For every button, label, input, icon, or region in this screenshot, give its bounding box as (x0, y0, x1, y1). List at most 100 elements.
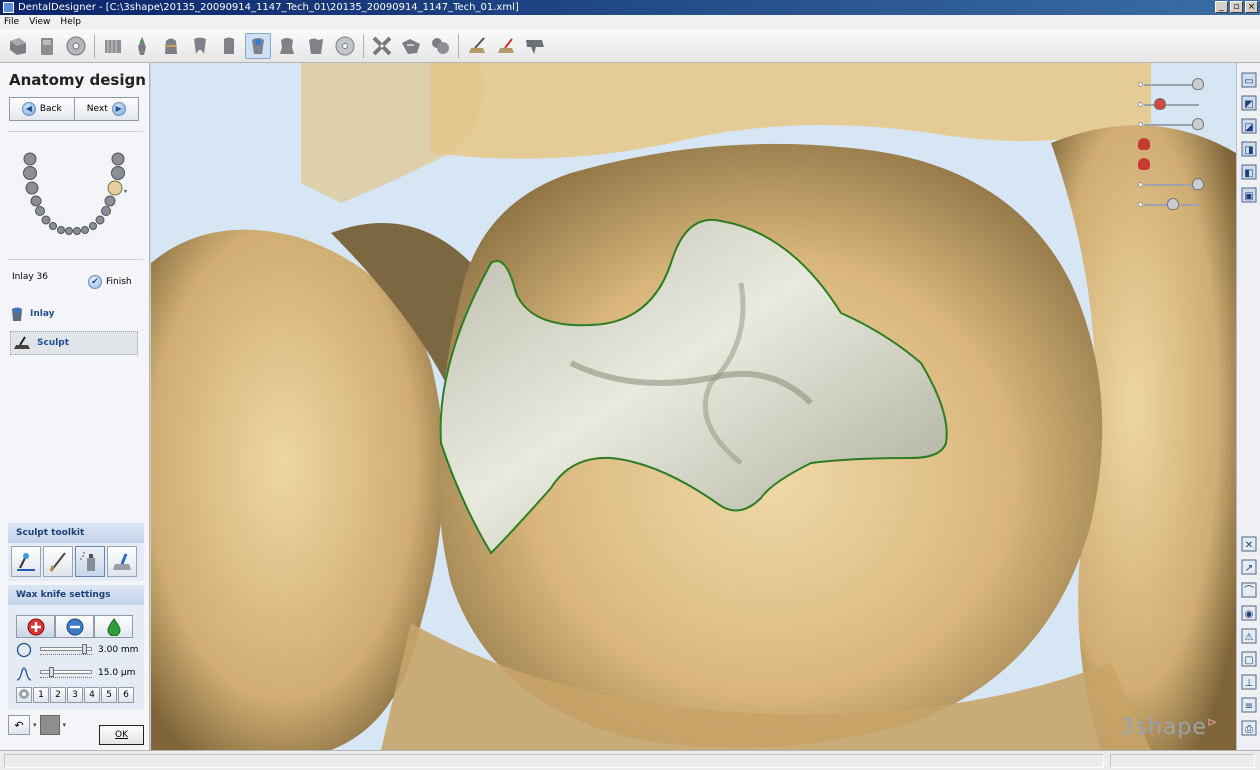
preset-1-button[interactable]: 1 (33, 687, 49, 703)
main-toolbar (0, 29, 1260, 63)
preset-settings-icon[interactable] (16, 687, 32, 703)
model-icon[interactable] (100, 33, 126, 59)
disc-icon[interactable] (63, 33, 89, 59)
preset-4-button[interactable]: 4 (84, 687, 100, 703)
profile-icon (16, 667, 32, 681)
wax-icon[interactable] (493, 33, 519, 59)
remove-mode-button[interactable] (55, 615, 94, 638)
red-tooth-icon[interactable] (1138, 138, 1150, 150)
crown2-visibility-icon[interactable] (1191, 178, 1204, 190)
view-bottom-icon[interactable]: ▣ (1240, 186, 1258, 204)
knob-icon[interactable] (1166, 198, 1179, 210)
3d-viewport[interactable]: 3shape⊳ (151, 63, 1236, 750)
svg-text:⚠: ⚠ (1245, 632, 1254, 643)
section-icon[interactable]: ▢ (1240, 650, 1258, 668)
visibility-slider[interactable] (1138, 175, 1218, 195)
visibility-slider[interactable] (1138, 155, 1218, 175)
svg-text:≡: ≡ (1245, 701, 1253, 712)
tooth-icon[interactable] (187, 33, 213, 59)
view-front-icon[interactable]: ▭ (1240, 71, 1258, 89)
visibility-slider[interactable] (1138, 135, 1218, 155)
slider-track (1144, 104, 1199, 106)
finish-button[interactable]: ✔ Finish (88, 275, 132, 289)
step-sculpt[interactable]: Sculpt (10, 331, 138, 355)
finish-label: Finish (106, 277, 132, 287)
svg-text:▭: ▭ (1244, 76, 1253, 87)
back-button[interactable]: ◀ Back (10, 98, 74, 120)
minimize-button[interactable]: _ (1215, 1, 1228, 13)
svg-text:◨: ◨ (1244, 145, 1253, 156)
order-icon[interactable] (5, 33, 31, 59)
warning-icon[interactable]: ⚠ (1240, 627, 1258, 645)
undo-icon[interactable]: ↶ (8, 715, 30, 735)
svg-text:◪: ◪ (1244, 122, 1253, 133)
export-icon[interactable] (522, 33, 548, 59)
preset-2-button[interactable]: 2 (50, 687, 66, 703)
eye-icon[interactable]: ◉ (1240, 604, 1258, 622)
note-icon[interactable]: ≡ (1240, 696, 1258, 714)
amount-slider[interactable] (40, 667, 92, 679)
close-button[interactable]: × (1245, 1, 1258, 13)
red-tooth2-icon[interactable] (1138, 158, 1150, 170)
inlay-icon[interactable] (245, 32, 271, 59)
cluster-icon[interactable] (427, 33, 453, 59)
menu-file[interactable]: File (4, 17, 19, 27)
view-back-icon[interactable]: ◩ (1240, 94, 1258, 112)
logo-mark-icon: ⊳ (1206, 715, 1218, 729)
cd-icon[interactable] (332, 33, 358, 59)
visibility-slider[interactable] (1138, 195, 1218, 215)
slider-dot (1138, 202, 1143, 207)
add-mode-button[interactable] (16, 615, 55, 638)
logo-text: 3shape (1120, 715, 1207, 740)
fit-icon[interactable]: ✕ (1240, 535, 1258, 553)
size-slider[interactable] (40, 644, 92, 656)
visibility-slider[interactable] (1138, 115, 1218, 135)
svg-text:▢: ▢ (1244, 655, 1253, 666)
tooth-visibility-icon[interactable] (1191, 118, 1204, 130)
view-left-icon[interactable]: ◪ (1240, 117, 1258, 135)
visibility-slider[interactable] (1138, 95, 1218, 115)
clip-icon[interactable]: ⌒ (1240, 581, 1258, 599)
slider-dot (1138, 182, 1143, 187)
view-top-icon[interactable]: ◧ (1240, 163, 1258, 181)
measure-icon[interactable]: ↗ (1240, 558, 1258, 576)
restore-button[interactable]: ▫ (1230, 1, 1243, 13)
print-icon[interactable]: ⎙ (1240, 719, 1258, 737)
scan-icon[interactable] (34, 33, 60, 59)
step-inlay[interactable]: Inlay (10, 306, 55, 322)
connect-icon[interactable] (369, 33, 395, 59)
ok-button[interactable]: OK (99, 725, 144, 745)
morph-pen-tool-icon[interactable] (43, 546, 73, 577)
slider-track (1144, 184, 1199, 186)
spray-tool-icon[interactable] (75, 546, 105, 577)
menu-view[interactable]: View (29, 17, 50, 27)
die-icon[interactable] (158, 33, 184, 59)
color-swatch[interactable] (39, 715, 60, 735)
smooth-mode-button[interactable] (94, 615, 133, 638)
margin-icon[interactable] (129, 33, 155, 59)
abutment-icon[interactable] (216, 33, 242, 59)
svg-text:↗: ↗ (1245, 563, 1253, 574)
next-button[interactable]: Next ▶ (73, 98, 139, 120)
preset-5-button[interactable]: 5 (101, 687, 117, 703)
bridge-icon[interactable] (303, 33, 329, 59)
menu-bar: File View Help (0, 15, 1260, 29)
wax-knife-tool-icon[interactable] (11, 546, 41, 577)
upper-left-shape (301, 63, 483, 203)
crown-icon[interactable] (274, 33, 300, 59)
sculpt-toolkit-header: Sculpt toolkit (8, 523, 144, 543)
jaw-chart[interactable]: ▾ (18, 151, 133, 251)
sculpt-icon[interactable] (464, 33, 490, 59)
scissors-icon[interactable] (1154, 98, 1166, 110)
undo-dropdown-icon[interactable]: ▾ (33, 721, 37, 729)
axis-icon[interactable]: ⊥ (1240, 673, 1258, 691)
visibility-slider[interactable] (1138, 75, 1218, 95)
color-dropdown-icon[interactable]: ▾ (63, 721, 67, 729)
menu-help[interactable]: Help (60, 17, 81, 27)
view-right-icon[interactable]: ◨ (1240, 140, 1258, 158)
preset-6-button[interactable]: 6 (118, 687, 134, 703)
crown-visibility-icon[interactable] (1191, 78, 1204, 90)
smooth-tool-icon[interactable] (107, 546, 137, 577)
connect2-icon[interactable] (398, 33, 424, 59)
preset-3-button[interactable]: 3 (67, 687, 83, 703)
